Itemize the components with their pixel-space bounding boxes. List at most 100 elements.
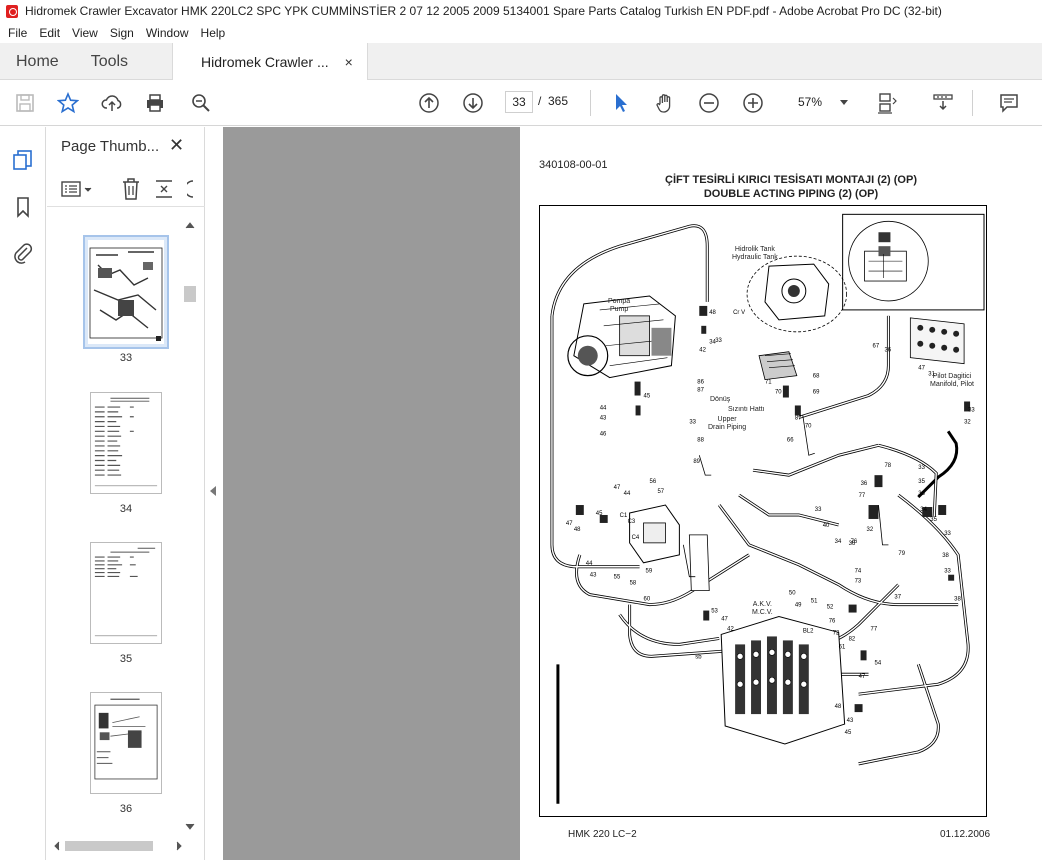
- thumbnail-preview: [94, 698, 158, 780]
- svg-text:48: 48: [835, 704, 842, 710]
- svg-text:45: 45: [644, 394, 651, 400]
- svg-text:C4: C4: [632, 535, 640, 541]
- svg-text:45: 45: [596, 511, 603, 517]
- svg-text:34: 34: [920, 507, 927, 513]
- toolbar-divider: [590, 90, 591, 116]
- current-page-input[interactable]: 33: [505, 91, 533, 113]
- zoom-level-select[interactable]: 57%: [790, 91, 854, 113]
- collapse-panel-arrow-icon[interactable]: [210, 486, 216, 496]
- document-viewport[interactable]: 340108-00-01 ÇİFT TESİRLİ KIRICI TESİSAT…: [223, 127, 1042, 860]
- svg-text:47: 47: [721, 617, 728, 623]
- scrolling-mode-icon[interactable]: [930, 90, 956, 116]
- tab-close-icon[interactable]: ×: [345, 54, 353, 70]
- previous-page-icon[interactable]: [416, 90, 442, 116]
- select-cursor-icon[interactable]: [608, 90, 634, 116]
- svg-text:sb: sb: [695, 654, 702, 660]
- svg-text:42: 42: [699, 348, 706, 354]
- menu-help[interactable]: Help: [195, 26, 232, 40]
- zoom-in-icon[interactable]: [740, 90, 766, 116]
- save-icon[interactable]: [12, 90, 38, 116]
- svg-text:35: 35: [918, 479, 925, 485]
- menu-view[interactable]: View: [66, 26, 104, 40]
- svg-text:48: 48: [709, 310, 716, 316]
- svg-text:32: 32: [867, 527, 874, 533]
- attachments-icon[interactable]: [11, 241, 35, 265]
- main-toolbar: 33 / 365 57%: [0, 80, 1042, 126]
- svg-text:50: 50: [789, 591, 796, 597]
- svg-text:34: 34: [835, 539, 842, 545]
- page-fit-icon[interactable]: [874, 90, 900, 116]
- svg-text:43: 43: [600, 415, 607, 421]
- svg-text:47: 47: [566, 521, 573, 527]
- svg-text:72: 72: [833, 630, 840, 636]
- tab-tools[interactable]: Tools: [75, 43, 144, 80]
- footer-date: 01.12.2006: [940, 829, 991, 840]
- svg-text:74: 74: [855, 569, 862, 575]
- zoom-search-icon[interactable]: [188, 90, 214, 116]
- thumbnail-page-33[interactable]: [83, 235, 169, 349]
- svg-text:33: 33: [715, 338, 722, 344]
- bookmarks-icon[interactable]: [11, 195, 35, 219]
- next-page-icon[interactable]: [460, 90, 486, 116]
- options-menu-icon[interactable]: [60, 179, 94, 199]
- svg-text:BL2: BL2: [803, 628, 814, 634]
- menu-edit[interactable]: Edit: [33, 26, 66, 40]
- pump-text: Pump: [609, 306, 629, 313]
- svg-text:44: 44: [624, 491, 631, 497]
- svg-text:79: 79: [898, 551, 905, 557]
- window-title: Hidromek Crawler Excavator HMK 220LC2 SP…: [25, 4, 942, 18]
- thumbnail-vertical-scrollbar[interactable]: [183, 220, 197, 840]
- svg-text:44: 44: [600, 405, 607, 411]
- menu-bar: File Edit View Sign Window Help: [0, 22, 1042, 43]
- print-icon[interactable]: [142, 90, 168, 116]
- thumbnail-preview: [94, 547, 158, 637]
- svg-text:86: 86: [697, 380, 704, 386]
- comment-icon[interactable]: [996, 90, 1022, 116]
- tab-bar: Home Tools Hidromek Crawler ... ×: [0, 43, 1042, 81]
- tab-document[interactable]: Hidromek Crawler ... ×: [172, 43, 368, 81]
- svg-text:37: 37: [894, 595, 901, 601]
- acrobat-app-icon: [6, 4, 18, 18]
- hand-tool-icon[interactable]: [652, 90, 678, 116]
- toolbar-divider: [972, 90, 973, 116]
- tab-home[interactable]: Home: [0, 43, 75, 80]
- pdf-page: 340108-00-01 ÇİFT TESİRLİ KIRICI TESİSAT…: [520, 127, 1042, 860]
- svg-text:46: 46: [600, 431, 607, 437]
- bookmark-star-icon[interactable]: [55, 90, 81, 116]
- menu-file[interactable]: File: [2, 26, 33, 40]
- page-thumbnails-icon[interactable]: [11, 148, 35, 172]
- zoom-level-value: 57%: [798, 95, 823, 109]
- svg-text:38: 38: [954, 597, 961, 603]
- thumbnail-page-36[interactable]: [90, 692, 162, 794]
- zoom-out-icon[interactable]: [696, 90, 722, 116]
- diagram-drawing: 48 42 34 33 Cr V 86 87 45 44 43 46 33 88 89 68 69 71…: [550, 213, 985, 804]
- svg-text:48: 48: [574, 527, 581, 533]
- thumbnail-page-35[interactable]: [90, 542, 162, 644]
- page-separator: /: [538, 94, 542, 108]
- svg-text:Cr V: Cr V: [733, 310, 745, 316]
- delete-trash-icon[interactable]: [120, 177, 142, 201]
- control-valve-label: A.K.V. M.C.V.: [752, 601, 773, 617]
- more-tools-icon[interactable]: [187, 177, 197, 201]
- document-code: 340108-00-01: [539, 159, 608, 171]
- panel-toolbar: [47, 171, 205, 207]
- upload-cloud-icon[interactable]: [99, 90, 125, 116]
- pompa-text: Pompa: [608, 298, 631, 305]
- hidrolik-tank-text: Hidrolik Tank: [734, 246, 775, 253]
- svg-text:53: 53: [711, 609, 718, 615]
- menu-sign[interactable]: Sign: [104, 26, 140, 40]
- thumbnail-horizontal-scrollbar[interactable]: [53, 839, 183, 853]
- title-bar: Hidromek Crawler Excavator HMK 220LC2 SP…: [0, 0, 1042, 22]
- svg-text:89: 89: [693, 459, 700, 465]
- svg-text:70: 70: [805, 423, 812, 429]
- svg-text:33: 33: [918, 465, 925, 471]
- menu-window[interactable]: Window: [140, 26, 195, 40]
- upper-drain-label: Upper Drain Piping: [708, 416, 746, 432]
- panel-close-icon[interactable]: ✕: [169, 135, 184, 156]
- svg-text:58: 58: [630, 581, 637, 587]
- svg-text:57: 57: [657, 489, 664, 495]
- svg-text:47: 47: [918, 366, 925, 372]
- extract-pages-icon[interactable]: [153, 177, 175, 201]
- svg-text:45: 45: [845, 730, 852, 736]
- thumbnail-page-34[interactable]: [90, 392, 162, 494]
